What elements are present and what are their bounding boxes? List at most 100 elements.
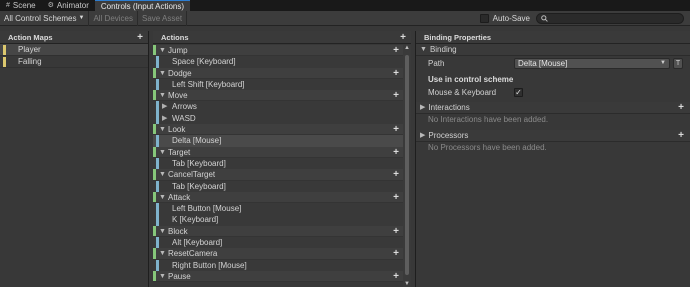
editor-tab-bar: # Scene ⚙ Animator Controls (Input Actio… [0, 0, 690, 11]
binding-row[interactable]: Alt [Keyboard] [153, 237, 403, 249]
add-binding-button[interactable]: + [393, 68, 399, 79]
binding-row[interactable]: Right Button [Mouse] [153, 259, 403, 271]
actions-panel: Actions + ▼ Jump + Space [Keyboard] ▼ Dodge + L… [153, 31, 411, 287]
binding-label: Tab [Keyboard] [172, 158, 226, 168]
tab-animator[interactable]: ⚙ Animator [42, 0, 95, 11]
binding-color-bar [156, 157, 159, 170]
binding-label: Delta [Mouse] [172, 136, 222, 146]
add-action-map-button[interactable]: + [137, 32, 143, 43]
binding-row[interactable]: Tab [Keyboard] [153, 180, 403, 192]
add-binding-button[interactable]: + [393, 248, 399, 259]
binding-color-bar [156, 56, 159, 68]
processors-section-header[interactable]: ▶ Processors + [416, 130, 690, 142]
action-row[interactable]: ▼ Target + [153, 146, 403, 158]
auto-save-toggle[interactable]: Auto-Save [474, 13, 536, 23]
devices-dropdown[interactable]: All Devices [89, 10, 139, 26]
control-schemes-label: All Control Schemes [4, 13, 77, 23]
save-asset-button[interactable]: Save Asset [138, 10, 188, 26]
binding-label: Arrows [172, 102, 197, 112]
binding-row[interactable]: Space [Keyboard] [153, 56, 403, 68]
action-row[interactable]: ▼ Move + [153, 90, 403, 102]
use-in-scheme-heading: Use in control scheme [428, 75, 514, 84]
actions-header: Actions + [153, 31, 411, 44]
path-dropdown[interactable]: Delta [Mouse] ▼ [514, 57, 670, 69]
binding-section-header[interactable]: ▼ Binding [416, 44, 690, 56]
add-action-button[interactable]: + [400, 32, 406, 43]
binding-label: K [Keyboard] [172, 215, 219, 225]
search-field[interactable] [536, 12, 684, 24]
expanded-triangle-icon[interactable]: ▼ [159, 90, 166, 101]
tab-label: Scene [12, 1, 36, 10]
binding-row[interactable]: Left Shift [Keyboard] [153, 78, 403, 91]
action-row[interactable]: ▼ Pause + [153, 270, 403, 283]
add-processor-button[interactable]: + [678, 130, 684, 142]
scroll-down-icon[interactable]: ▼ [404, 281, 410, 287]
expanded-triangle-icon[interactable]: ▼ [159, 124, 166, 135]
add-binding-button[interactable]: + [393, 226, 399, 237]
expanded-triangle-icon[interactable]: ▼ [159, 248, 166, 259]
interactions-label: Interactions [428, 102, 470, 112]
action-color-bar [153, 191, 156, 203]
tab-scene[interactable]: # Scene [0, 0, 42, 11]
scheme-checkbox[interactable]: ✓ [514, 87, 523, 97]
action-map-label: Player [18, 45, 41, 54]
action-row[interactable]: ▼ Jump + [153, 45, 403, 57]
control-schemes-dropdown[interactable]: All Control Schemes ▼ [0, 10, 90, 26]
action-row[interactable]: ▼ Look + [153, 124, 403, 136]
dropdown-arrow-icon: ▼ [660, 60, 666, 66]
actions-tree: ▼ Jump + Space [Keyboard] ▼ Dodge + Left Shift … [153, 45, 403, 287]
action-label: Move [168, 91, 188, 101]
action-row[interactable]: ▼ CancelTarget + [153, 169, 403, 181]
toolbar: All Control Schemes ▼ All Devices Save A… [0, 10, 690, 26]
action-row[interactable]: ▼ Dodge + [153, 67, 403, 79]
binding-label: WASD [172, 113, 196, 123]
processors-label: Processors [428, 130, 469, 140]
action-row[interactable]: ▼ Block + [153, 225, 403, 238]
binding-label: Left Shift [Keyboard] [172, 79, 245, 89]
interactions-section-header[interactable]: ▶ Interactions + [416, 102, 690, 114]
add-binding-button[interactable]: + [393, 147, 399, 158]
expanded-triangle-icon[interactable]: ▼ [159, 271, 166, 282]
add-interaction-button[interactable]: + [678, 102, 684, 114]
action-row[interactable]: ▼ ResetCamera + [153, 248, 403, 260]
action-color-bar [153, 90, 156, 101]
collapsed-triangle-icon[interactable]: ▶ [162, 113, 167, 124]
add-binding-button[interactable]: + [393, 192, 399, 203]
collapsed-triangle-icon: ▶ [420, 103, 426, 111]
action-map-label: Falling [18, 57, 42, 66]
add-binding-button[interactable]: + [393, 90, 399, 101]
binding-row[interactable]: Left Button [Mouse] [153, 203, 403, 215]
expanded-triangle-icon[interactable]: ▼ [159, 147, 166, 158]
scroll-up-icon[interactable]: ▲ [404, 45, 410, 51]
binding-color-bar [156, 180, 159, 192]
binding-row[interactable]: Tab [Keyboard] [153, 157, 403, 170]
binding-label: Left Button [Mouse] [172, 204, 242, 214]
binding-color-bar [156, 237, 159, 249]
binding-row[interactable]: Delta [Mouse] [153, 135, 403, 147]
expanded-triangle-icon[interactable]: ▼ [159, 226, 166, 237]
actions-scrollbar[interactable]: ▲ ▼ [403, 45, 411, 287]
add-binding-button[interactable]: + [393, 124, 399, 135]
expanded-triangle-icon[interactable]: ▼ [159, 169, 166, 180]
action-map-item-falling[interactable]: Falling [0, 56, 148, 68]
action-color-bar [153, 270, 156, 282]
auto-save-checkbox[interactable] [479, 13, 489, 23]
add-binding-button[interactable]: + [393, 271, 399, 282]
add-binding-button[interactable]: + [393, 45, 399, 56]
binding-color-bar [156, 112, 159, 125]
collapsed-triangle-icon[interactable]: ▶ [162, 101, 167, 112]
expanded-triangle-icon[interactable]: ▼ [159, 45, 166, 56]
composite-binding-row[interactable]: ▶ WASD [153, 112, 403, 125]
action-label: Dodge [168, 68, 192, 78]
scrollbar-thumb[interactable] [405, 55, 409, 275]
binding-row[interactable]: K [Keyboard] [153, 214, 403, 226]
action-row[interactable]: ▼ Attack + [153, 191, 403, 204]
add-binding-button[interactable]: + [393, 169, 399, 180]
expanded-triangle-icon[interactable]: ▼ [159, 192, 166, 203]
expanded-triangle-icon[interactable]: ▼ [159, 68, 166, 79]
path-text-mode-button[interactable]: T [673, 57, 683, 69]
action-map-item-player[interactable]: Player [0, 44, 148, 56]
tab-input-actions[interactable]: Controls (Input Actions) [94, 0, 191, 11]
composite-binding-row[interactable]: ▶ Arrows [153, 101, 403, 113]
scheme-row: Mouse & Keyboard ✓ [416, 86, 690, 98]
